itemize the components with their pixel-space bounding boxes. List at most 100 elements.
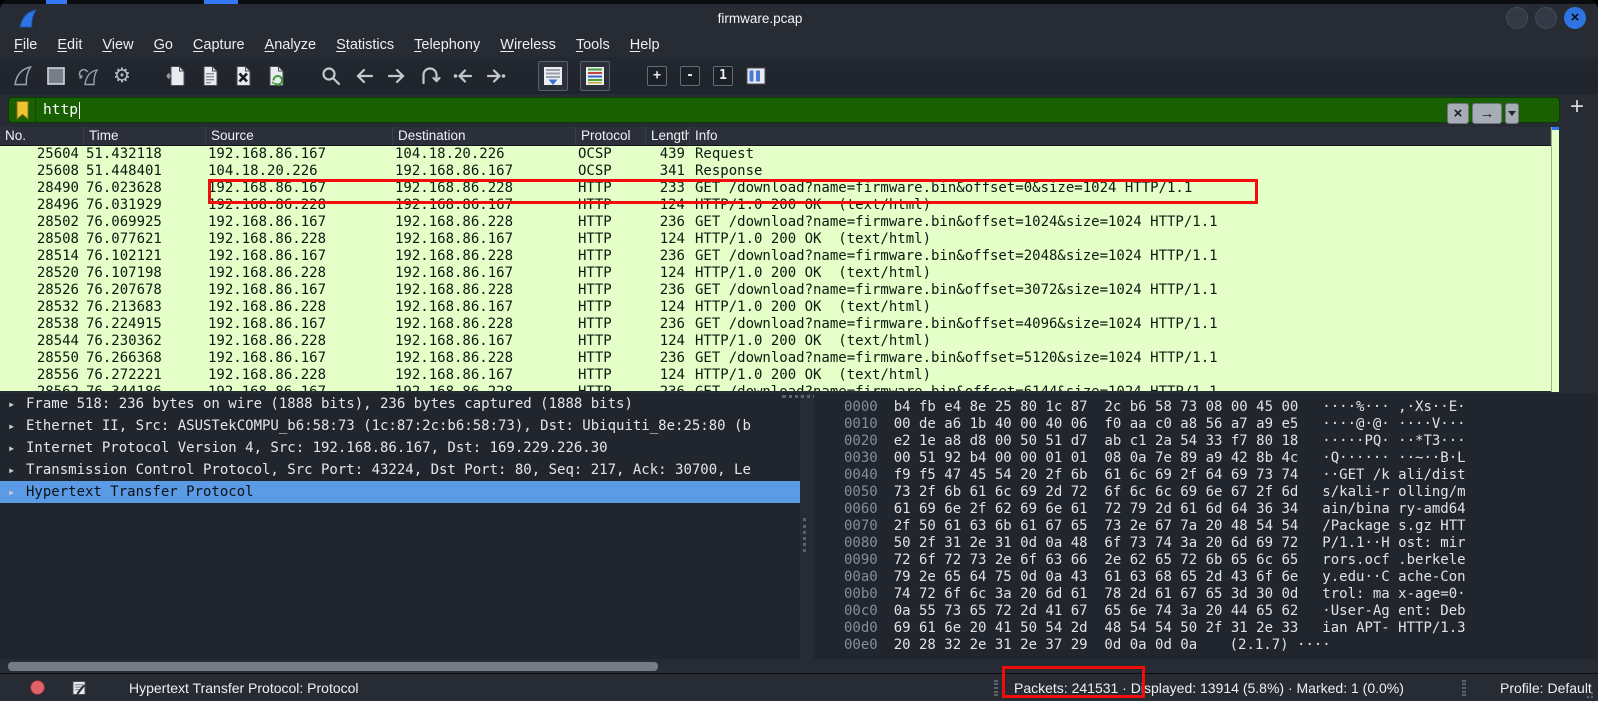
column-header-source[interactable]: Source xyxy=(206,127,393,145)
menu-capture[interactable]: Capture xyxy=(183,33,255,57)
packet-row[interactable]: 2852076.107198192.168.86.228192.168.86.1… xyxy=(0,265,1551,282)
detail-tree-row[interactable]: ▸Internet Protocol Version 4, Src: 192.1… xyxy=(0,437,800,459)
minimize-button[interactable] xyxy=(1506,7,1528,29)
packet-row[interactable]: 2849676.031929192.168.86.228192.168.86.1… xyxy=(0,197,1551,214)
go-back-icon[interactable] xyxy=(351,63,377,89)
hex-dump-row[interactable]: 008050 2f 31 2e 31 0d 0a 48 6f 73 74 3a … xyxy=(814,535,1598,552)
display-filter-input[interactable]: http × → xyxy=(8,97,1560,123)
packet-row[interactable]: 2560851.448401104.18.20.226192.168.86.16… xyxy=(0,163,1551,180)
go-forward-icon[interactable] xyxy=(384,63,410,89)
go-first-packet-icon[interactable] xyxy=(450,63,476,89)
reload-file-icon[interactable] xyxy=(263,63,289,89)
capture-options-icon[interactable]: ⚙ xyxy=(109,63,135,89)
hex-dump-row[interactable]: 00c00a 55 73 65 72 2d 41 67 65 6e 74 3a … xyxy=(814,603,1598,620)
hex-dump-row[interactable]: 006061 69 6e 2f 62 69 6e 61 72 79 2d 61 … xyxy=(814,501,1598,518)
apply-filter-button[interactable]: → xyxy=(1472,103,1502,124)
column-header-destination[interactable]: Destination xyxy=(393,127,576,145)
column-header-length[interactable]: Length xyxy=(646,127,690,145)
column-header-protocol[interactable]: Protocol xyxy=(576,127,646,145)
packet-row[interactable]: 2849076.023628192.168.86.167192.168.86.2… xyxy=(0,180,1551,197)
capture-comment-icon[interactable] xyxy=(71,680,87,696)
filter-dropdown-button[interactable] xyxy=(1505,103,1519,124)
expert-info-icon[interactable] xyxy=(30,680,45,695)
packet-row[interactable]: 2855076.266368192.168.86.167192.168.86.2… xyxy=(0,350,1551,367)
menu-wireless[interactable]: Wireless xyxy=(490,33,566,57)
close-file-icon[interactable] xyxy=(230,63,256,89)
start-capture-icon[interactable] xyxy=(10,63,36,89)
packet-row[interactable]: 2856276.344186192.168.86.167192.168.86.2… xyxy=(0,384,1551,391)
hex-dump-row[interactable]: 003000 51 92 b4 00 00 01 01 08 0a 7e 89 … xyxy=(814,450,1598,467)
hex-dump-row[interactable]: 0040f9 f5 47 45 54 20 2f 6b 61 6c 69 2f … xyxy=(814,467,1598,484)
resize-columns-icon[interactable] xyxy=(743,63,769,89)
menu-file[interactable]: File xyxy=(4,33,47,57)
expand-arrow-icon[interactable]: ▸ xyxy=(8,415,26,437)
profile-label[interactable]: Profile: Default xyxy=(1500,674,1592,701)
autoscroll-icon[interactable] xyxy=(538,61,568,91)
detail-tree-row[interactable]: ▸Frame 518: 236 bytes on wire (1888 bits… xyxy=(0,393,800,415)
resize-grip[interactable] xyxy=(1586,689,1596,699)
zoom-in-icon[interactable]: + xyxy=(644,63,670,89)
hex-dump-row[interactable]: 00b074 72 6f 6c 3a 20 6d 61 78 2d 61 67 … xyxy=(814,586,1598,603)
packet-row[interactable]: 2850876.077621192.168.86.228192.168.86.1… xyxy=(0,231,1551,248)
menu-tools[interactable]: Tools xyxy=(566,33,620,57)
splitter-handle[interactable] xyxy=(803,518,806,552)
packet-row[interactable]: 2851476.102121192.168.86.167192.168.86.2… xyxy=(0,248,1551,265)
go-to-packet-icon[interactable] xyxy=(417,63,443,89)
clear-filter-button[interactable]: × xyxy=(1447,103,1469,124)
hex-dump-row[interactable]: 0020e2 1e a8 d8 00 50 51 d7 ab c1 2a 54 … xyxy=(814,433,1598,450)
hex-dump-row[interactable]: 005073 2f 6b 61 6c 69 2d 72 6f 6c 6c 69 … xyxy=(814,484,1598,501)
menu-statistics[interactable]: Statistics xyxy=(326,33,404,57)
detail-tree-row[interactable]: ▸Hypertext Transfer Protocol xyxy=(0,481,800,503)
window-buttons: × xyxy=(1506,7,1586,29)
statusbar-drag-handle[interactable] xyxy=(994,680,998,696)
hex-dump-row[interactable]: 00a079 2e 65 64 75 0d 0a 43 61 63 68 65 … xyxy=(814,569,1598,586)
close-button[interactable]: × xyxy=(1564,7,1586,29)
packet-row[interactable]: 2855676.272221192.168.86.228192.168.86.1… xyxy=(0,367,1551,384)
find-packet-icon[interactable] xyxy=(318,63,344,89)
expand-arrow-icon[interactable]: ▸ xyxy=(8,481,26,503)
add-filter-button[interactable]: + xyxy=(1564,94,1590,120)
detail-tree-row[interactable]: ▸Transmission Control Protocol, Src Port… xyxy=(0,459,800,481)
stop-capture-icon[interactable] xyxy=(43,63,69,89)
packet-row[interactable]: 2850276.069925192.168.86.167192.168.86.2… xyxy=(0,214,1551,231)
maximize-button[interactable] xyxy=(1535,7,1557,29)
expand-arrow-icon[interactable]: ▸ xyxy=(8,393,26,415)
expand-arrow-icon[interactable]: ▸ xyxy=(8,437,26,459)
titlebar[interactable]: firmware.pcap × xyxy=(0,4,1598,33)
colorize-icon[interactable] xyxy=(580,61,610,91)
column-header-time[interactable]: Time xyxy=(84,127,206,145)
filter-text[interactable]: http xyxy=(43,102,78,118)
save-file-icon[interactable] xyxy=(197,63,223,89)
menu-view[interactable]: View xyxy=(92,33,143,57)
hex-dump-row[interactable]: 009072 6f 72 73 2e 6f 63 66 2e 62 65 72 … xyxy=(814,552,1598,569)
column-header-no[interactable]: No. xyxy=(0,127,84,145)
hex-dump-row[interactable]: 00e020 28 32 2e 31 2e 37 29 0d 0a 0d 0a … xyxy=(814,637,1598,654)
packet-row[interactable]: 2853876.224915192.168.86.167192.168.86.2… xyxy=(0,316,1551,333)
zoom-original-icon[interactable]: 1 xyxy=(710,63,736,89)
packet-row[interactable]: 2854476.230362192.168.86.228192.168.86.1… xyxy=(0,333,1551,350)
expand-arrow-icon[interactable]: ▸ xyxy=(8,459,26,481)
packet-row[interactable]: 2853276.213683192.168.86.228192.168.86.1… xyxy=(0,299,1551,316)
bookmark-icon[interactable] xyxy=(16,101,29,120)
column-header-info[interactable]: Info xyxy=(690,127,1551,145)
menu-analyze[interactable]: Analyze xyxy=(255,33,327,57)
statusbar-drag-handle[interactable] xyxy=(1462,680,1466,696)
restart-capture-icon[interactable] xyxy=(76,63,102,89)
menu-go[interactable]: Go xyxy=(144,33,183,57)
menu-help[interactable]: Help xyxy=(620,33,670,57)
packet-row[interactable]: 2852676.207678192.168.86.167192.168.86.2… xyxy=(0,282,1551,299)
go-last-packet-icon[interactable] xyxy=(483,63,509,89)
packet-row[interactable]: 2560451.432118192.168.86.167104.18.20.22… xyxy=(0,146,1551,163)
hex-dump-row[interactable]: 00702f 50 61 63 6b 61 67 65 73 2e 67 7a … xyxy=(814,518,1598,535)
horizontal-scrollbar-thumb[interactable] xyxy=(8,662,658,671)
hex-dump-row[interactable]: 00d069 61 6e 20 41 50 54 2d 48 54 54 50 … xyxy=(814,620,1598,637)
open-file-icon[interactable] xyxy=(164,63,190,89)
detail-tree-row[interactable]: ▸Ethernet II, Src: ASUSTekCOMPU_b6:58:73… xyxy=(0,415,800,437)
pane-splitter[interactable] xyxy=(800,393,814,659)
packet-list-scrollbar[interactable] xyxy=(1551,127,1559,392)
menu-edit[interactable]: Edit xyxy=(47,33,92,57)
hex-dump-row[interactable]: 001000 de a6 1b 40 00 40 06 f0 aa c0 a8 … xyxy=(814,416,1598,433)
zoom-out-icon[interactable]: - xyxy=(677,63,703,89)
hex-dump-row[interactable]: 0000b4 fb e4 8e 25 80 1c 87 2c b6 58 73 … xyxy=(814,399,1598,416)
menu-telephony[interactable]: Telephony xyxy=(404,33,490,57)
